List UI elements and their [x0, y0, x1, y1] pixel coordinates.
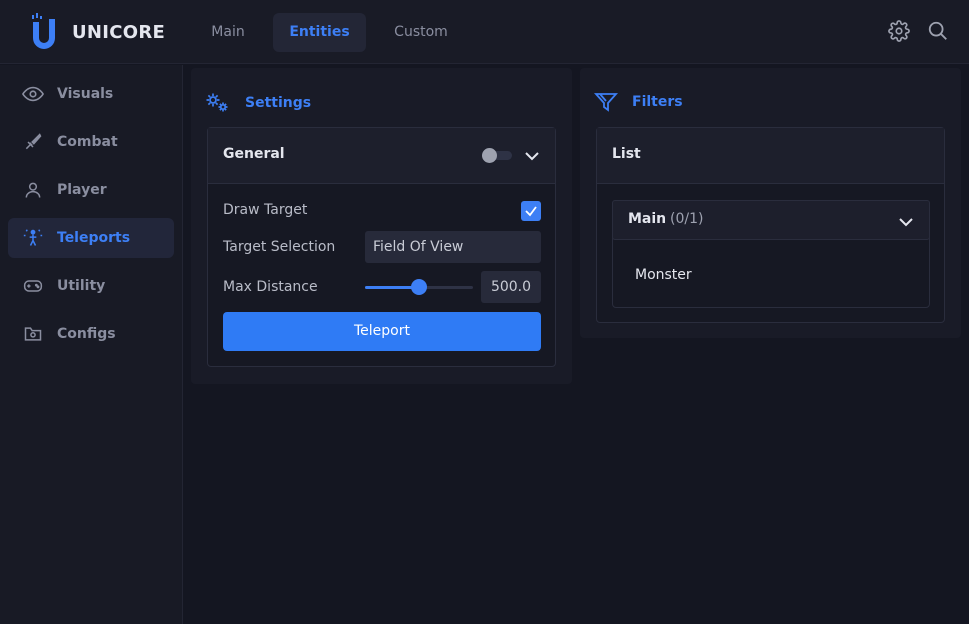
group-main: Main (0/1) Monster — [612, 200, 930, 308]
toggle-knob — [482, 148, 497, 163]
list-title: List — [612, 146, 641, 162]
group-main-header[interactable]: Main (0/1) — [612, 200, 930, 240]
general-card-header[interactable]: General — [208, 128, 555, 184]
sidebar-item-player[interactable]: Player — [8, 170, 174, 210]
chevron-down-icon[interactable] — [898, 215, 914, 229]
group-name: Main — [628, 211, 667, 227]
general-card: General Draw Target Target Selection Fie… — [207, 127, 556, 367]
sidebar-item-visuals[interactable]: Visuals — [8, 74, 174, 114]
sidebar-item-teleports[interactable]: Teleports — [8, 218, 174, 258]
settings-panel: Settings General Draw Target Target Sele… — [191, 68, 572, 384]
top-bar: UNICORE Main Entities Custom — [0, 0, 969, 64]
general-enable-toggle[interactable] — [482, 148, 512, 163]
filters-panel: Filters List Main (0/1) Monster — [580, 68, 961, 338]
eye-icon — [21, 82, 45, 106]
settings-header: Settings — [205, 92, 311, 114]
sidebar-item-label: Combat — [57, 134, 118, 150]
max-distance-label: Max Distance — [223, 279, 318, 295]
gear-icon[interactable] — [888, 20, 910, 42]
gears-icon — [206, 93, 228, 112]
draw-target-checkbox[interactable] — [521, 201, 541, 221]
user-icon — [21, 178, 45, 202]
sidebar-item-label: Utility — [57, 278, 106, 294]
sidebar-item-label: Player — [57, 182, 107, 198]
funnel-icon — [594, 93, 618, 112]
teleport-button[interactable]: Teleport — [223, 312, 541, 351]
sidebar-item-label: Teleports — [57, 230, 131, 246]
filters-header: Filters — [594, 92, 683, 112]
unicore-logo-icon — [32, 13, 55, 49]
max-distance-value[interactable]: 500.0 — [481, 271, 541, 303]
list-card: List Main (0/1) Monster — [596, 127, 945, 323]
search-icon[interactable] — [927, 20, 949, 42]
slider-thumb[interactable] — [411, 279, 427, 295]
tab-custom[interactable]: Custom — [375, 13, 467, 52]
sword-icon — [21, 130, 45, 154]
check-icon — [525, 206, 537, 217]
sidebar-item-label: Visuals — [57, 86, 114, 102]
general-title: General — [223, 146, 285, 162]
settings-title: Settings — [245, 95, 312, 111]
sidebar-item-label: Configs — [57, 326, 116, 342]
draw-target-label: Draw Target — [223, 202, 308, 218]
tab-main[interactable]: Main — [188, 13, 268, 52]
teleport-icon — [21, 226, 45, 250]
sidebar-item-combat[interactable]: Combat — [8, 122, 174, 162]
app-name: UNICORE — [72, 21, 166, 43]
sidebar-item-configs[interactable]: Configs — [8, 314, 174, 354]
target-selection-label: Target Selection — [223, 239, 336, 255]
filters-title: Filters — [632, 94, 683, 110]
chevron-down-icon[interactable] — [524, 149, 540, 163]
sidebar: Visuals Combat Player Teleports Utility … — [0, 65, 183, 624]
gamepad-icon — [21, 274, 45, 298]
app-logo: UNICORE — [30, 12, 165, 52]
list-item-monster[interactable]: Monster — [635, 267, 692, 283]
folder-gear-icon — [21, 322, 45, 346]
sidebar-item-utility[interactable]: Utility — [8, 266, 174, 306]
target-selection-select[interactable]: Field Of View — [365, 231, 541, 263]
tab-entities[interactable]: Entities — [273, 13, 366, 52]
list-card-header: List — [597, 128, 944, 184]
group-count: (0/1) — [670, 211, 704, 227]
